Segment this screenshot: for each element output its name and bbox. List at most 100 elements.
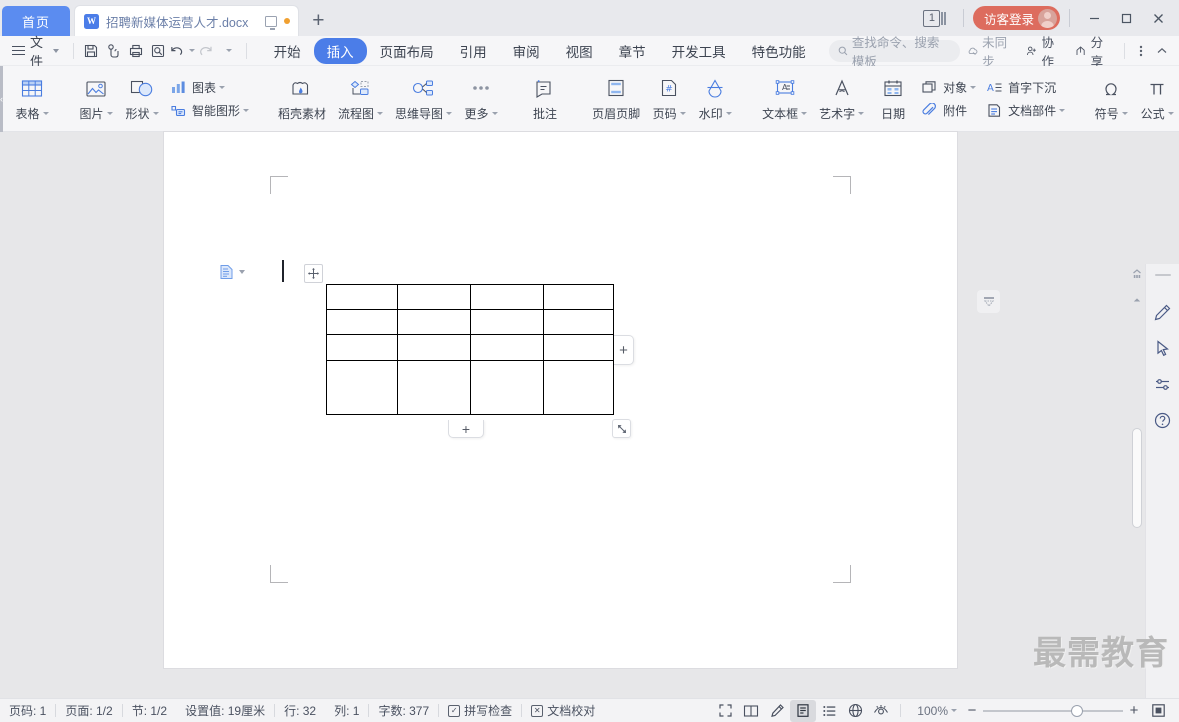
document-table[interactable] <box>326 284 614 415</box>
table-cell[interactable] <box>543 309 614 335</box>
web-view-button[interactable] <box>842 700 868 722</box>
tab-document[interactable]: W 招聘新媒体运营人才.docx <box>74 5 300 36</box>
page-thumbnail-toggle[interactable]: 1 <box>923 9 946 27</box>
insert-smartart-button[interactable]: 智能图形 <box>165 101 254 120</box>
insert-comment-button[interactable]: 批注 <box>522 66 568 128</box>
status-setting-value[interactable]: 设置值: 19厘米 <box>176 702 274 719</box>
status-spell-check[interactable]: ✓ 拼写检查 <box>439 702 521 719</box>
collaborate-button[interactable]: 协作 <box>1019 32 1068 70</box>
status-doc-proof[interactable]: ✕ 文档校对 <box>522 702 604 719</box>
close-button[interactable] <box>1143 3 1173 33</box>
drop-cap-button[interactable]: A 首字下沉 <box>981 78 1070 97</box>
status-word-count[interactable]: 字数: 377 <box>369 702 438 719</box>
status-page-position[interactable]: 页面: 1/2 <box>56 702 121 719</box>
fullscreen-button[interactable] <box>712 700 738 722</box>
tab-page-layout[interactable]: 页面布局 <box>367 38 447 64</box>
table-cell[interactable] <box>470 284 544 310</box>
status-column[interactable]: 列: 1 <box>325 702 368 719</box>
login-button[interactable]: 访客登录 <box>972 6 1060 30</box>
table-cell[interactable] <box>543 334 614 361</box>
zoom-slider[interactable] <box>983 704 1123 717</box>
insert-object-button[interactable]: 对象 <box>916 78 981 97</box>
tab-references[interactable]: 引用 <box>447 38 500 64</box>
table-cell[interactable] <box>397 334 471 361</box>
table-resize-handle[interactable] <box>612 419 631 438</box>
print-icon[interactable] <box>125 39 147 63</box>
presentation-icon[interactable] <box>265 15 278 30</box>
insert-flowchart-button[interactable]: 流程图 <box>332 66 389 128</box>
zoom-in-button[interactable]: + <box>1123 701 1145 721</box>
fit-page-button[interactable] <box>1145 700 1171 722</box>
print-preview-icon[interactable] <box>147 39 169 63</box>
sync-status-button[interactable]: 未同步 <box>960 32 1019 70</box>
zoom-slider-knob[interactable] <box>1071 704 1084 717</box>
table-row[interactable] <box>326 360 614 415</box>
paste-options-button[interactable] <box>219 264 245 280</box>
pen-view-button[interactable] <box>764 700 790 722</box>
tab-view[interactable]: 视图 <box>553 38 606 64</box>
maximize-button[interactable] <box>1111 3 1141 33</box>
tab-special-features[interactable]: 特色功能 <box>739 38 819 64</box>
minimize-button[interactable] <box>1079 3 1109 33</box>
pen-tool-button[interactable] <box>1146 294 1179 330</box>
table-cell[interactable] <box>470 309 544 335</box>
help-button[interactable] <box>1146 402 1179 438</box>
status-page-number[interactable]: 页码: 1 <box>0 702 55 719</box>
table-row[interactable] <box>326 309 614 335</box>
table-cell[interactable] <box>326 284 398 310</box>
word-art-button[interactable]: 艺术字 <box>813 66 870 128</box>
table-cell[interactable] <box>326 309 398 335</box>
outline-view-button[interactable] <box>816 700 842 722</box>
select-tool-button[interactable] <box>1146 330 1179 366</box>
add-column-button[interactable]: + <box>614 335 634 365</box>
table-cell[interactable] <box>397 360 471 415</box>
tab-developer-tools[interactable]: 开发工具 <box>659 38 739 64</box>
tab-review[interactable]: 审阅 <box>500 38 553 64</box>
table-cell[interactable] <box>543 360 614 415</box>
status-section[interactable]: 节: 1/2 <box>123 702 176 719</box>
search-input[interactable]: 查找命令、搜索模板 <box>828 36 960 69</box>
insert-mindmap-button[interactable]: 思维导图 <box>389 66 458 128</box>
new-tab-button[interactable]: + <box>303 6 333 36</box>
table-cell[interactable] <box>326 334 398 361</box>
table-cell[interactable] <box>470 360 544 415</box>
book-view-button[interactable] <box>738 700 764 722</box>
more-options-button[interactable] <box>1130 39 1151 63</box>
table-cell[interactable] <box>326 360 398 415</box>
share-button[interactable]: 分享 <box>1068 32 1117 70</box>
eye-button[interactable] <box>868 700 894 722</box>
tab-sections[interactable]: 章节 <box>606 38 659 64</box>
insert-table-button[interactable]: 表格 <box>9 66 55 128</box>
tab-start[interactable]: 开始 <box>261 38 314 64</box>
table-row[interactable] <box>326 334 614 361</box>
file-menu-button[interactable]: 文件 <box>0 32 67 70</box>
table-row[interactable] <box>326 284 614 310</box>
zoom-level-button[interactable]: 100% <box>907 704 961 718</box>
table-cell[interactable] <box>543 284 614 310</box>
insert-chart-button[interactable]: 图表 <box>165 78 254 97</box>
tab-insert[interactable]: 插入 <box>313 37 367 64</box>
collapse-ribbon-button[interactable] <box>1152 39 1173 63</box>
insert-picture-button[interactable]: 图片 <box>73 66 119 128</box>
insert-attachment-button[interactable]: 附件 <box>916 101 981 120</box>
insert-date-button[interactable]: 日期 <box>870 66 916 128</box>
header-footer-button[interactable]: 页眉页脚 <box>586 66 646 128</box>
table-cell[interactable] <box>470 334 544 361</box>
watermark-button[interactable]: 水印 <box>692 66 738 128</box>
save-icon[interactable] <box>80 39 102 63</box>
table-cell[interactable] <box>397 309 471 335</box>
page-view-button[interactable] <box>790 699 817 722</box>
add-row-button[interactable]: + <box>448 420 484 438</box>
insert-shapes-button[interactable]: 形状 <box>119 66 165 128</box>
status-row[interactable]: 行: 32 <box>275 702 325 719</box>
touch-mode-icon[interactable] <box>102 39 124 63</box>
table-move-handle[interactable] <box>304 264 323 283</box>
document-page[interactable]: + + <box>164 132 957 668</box>
text-box-button[interactable]: A 文本框 <box>756 66 813 128</box>
table-cell[interactable] <box>397 284 471 310</box>
insert-symbol-button[interactable]: 符号 <box>1088 66 1134 128</box>
filter-button[interactable] <box>977 290 1000 313</box>
insert-more-button[interactable]: 更多 <box>458 66 504 128</box>
insert-formula-button[interactable]: 公式 <box>1134 66 1179 128</box>
customize-quick-access-icon[interactable] <box>218 39 240 63</box>
